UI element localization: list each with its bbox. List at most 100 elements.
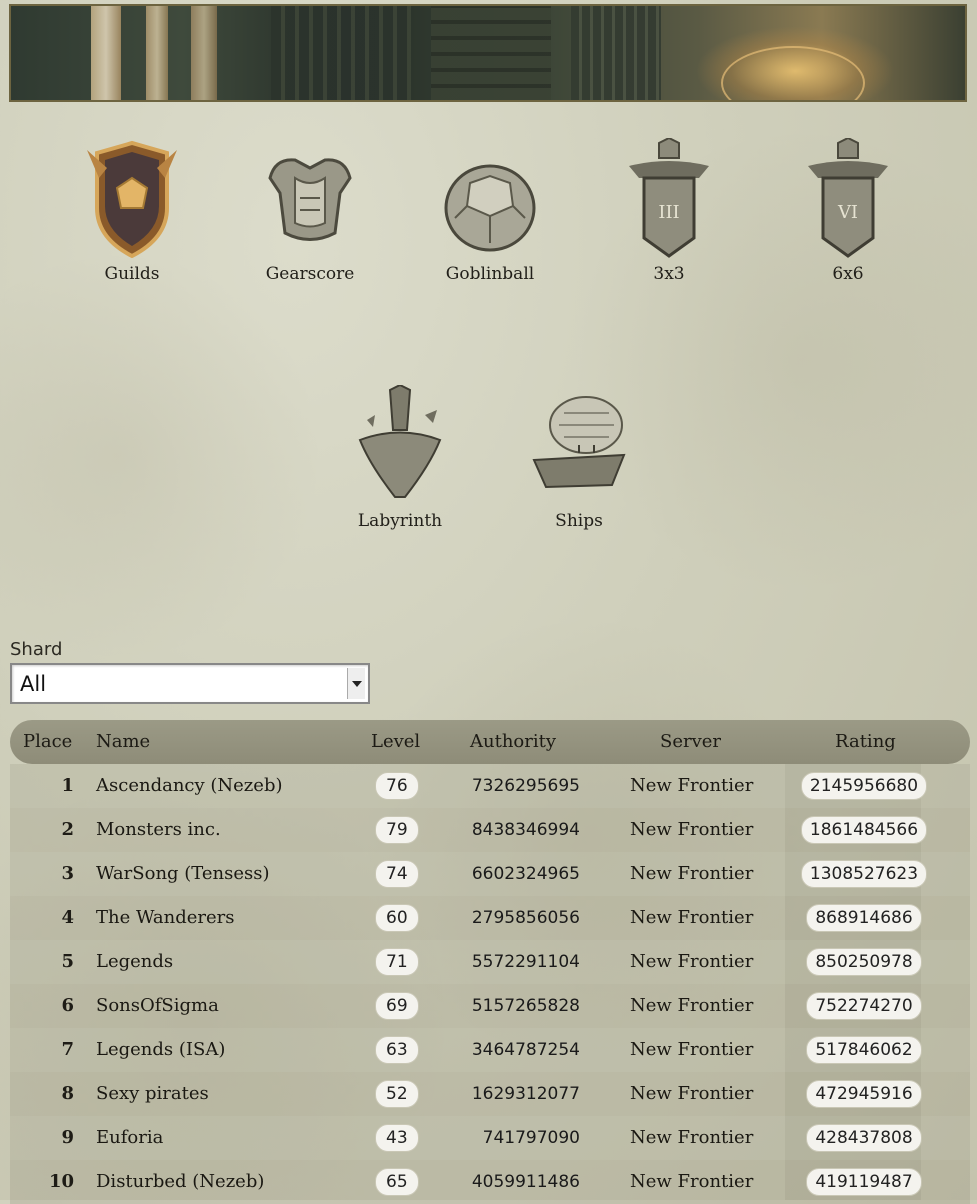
table-row[interactable]: 5 Legends 71 5572291104 New Frontier 85025097… [10, 940, 970, 984]
row-level: 63 [375, 1028, 419, 1072]
row-place: 5 [61, 951, 74, 972]
level-badge: 60 [375, 904, 419, 932]
level-badge: 52 [375, 1080, 419, 1108]
table-row[interactable]: 6 SonsOfSigma 69 5157265828 New Frontier 7522… [10, 984, 970, 1028]
category-label: Ships [555, 511, 603, 531]
table-row[interactable]: 4 The Wanderers 60 2795856056 New Frontier 86… [10, 896, 970, 940]
rating-badge: 1308527623 [800, 860, 928, 888]
ranking-table: Place Name Level Authority Server Rating… [10, 720, 970, 1204]
category-label: Goblinball [445, 264, 535, 284]
row-rating: 419119487 [800, 1160, 928, 1204]
row-server: New Frontier [630, 951, 754, 972]
row-level: 52 [375, 1072, 419, 1116]
level-badge: 43 [375, 1124, 419, 1152]
header-rating[interactable]: Rating [835, 720, 896, 764]
category-gearscore[interactable]: Gearscore [240, 138, 380, 284]
row-guild-name[interactable]: WarSong (Tensess) [96, 852, 270, 896]
row-place: 8 [61, 1083, 74, 1104]
row-authority: 4059911486 [471, 1172, 580, 1192]
row-place: 1 [61, 775, 74, 796]
row-rating: 517846062 [800, 1028, 928, 1072]
header-place[interactable]: Place [23, 720, 72, 764]
row-server: New Frontier [630, 775, 754, 796]
table-body: 1 Ascendancy (Nezeb) 76 7326295695 New Front… [10, 764, 970, 1204]
banner-3x3-icon: III [629, 138, 709, 258]
category-label: 6x6 [832, 264, 864, 284]
header-authority[interactable]: Authority [470, 720, 556, 764]
header-name[interactable]: Name [96, 720, 150, 764]
table-row[interactable]: 8 Sexy pirates 52 1629312077 New Frontier 472… [10, 1072, 970, 1116]
shard-selected-value: All [20, 672, 47, 696]
row-guild-name[interactable]: Legends (ISA) [96, 1028, 225, 1072]
row-level: 71 [375, 940, 419, 984]
row-level: 76 [375, 764, 419, 808]
category-guilds[interactable]: Guilds [62, 138, 202, 284]
table-header: Place Name Level Authority Server Rating [10, 720, 970, 764]
row-place: 3 [61, 863, 74, 884]
category-6x6[interactable]: VI 6x6 [778, 138, 918, 284]
row-rating: 752274270 [800, 984, 928, 1028]
row-rating: 1308527623 [800, 852, 928, 896]
level-badge: 69 [375, 992, 419, 1020]
rating-badge: 2145956680 [800, 772, 928, 800]
level-badge: 71 [375, 948, 419, 976]
row-authority: 741797090 [482, 1128, 580, 1148]
row-guild-name[interactable]: Euforia [96, 1116, 163, 1160]
shard-select[interactable]: All [10, 663, 370, 704]
svg-text:VI: VI [837, 202, 858, 223]
row-server: New Frontier [630, 1039, 754, 1060]
table-row[interactable]: 10 Disturbed (Nezeb) 65 4059911486 New Front… [10, 1160, 970, 1204]
row-guild-name[interactable]: SonsOfSigma [96, 984, 219, 1028]
category-label: Gearscore [265, 264, 355, 284]
row-authority: 5572291104 [471, 952, 580, 972]
table-row[interactable]: 2 Monsters inc. 79 8438346994 New Frontier 18… [10, 808, 970, 852]
rating-badge: 752274270 [806, 992, 922, 1020]
row-server: New Frontier [630, 863, 754, 884]
row-guild-name[interactable]: Disturbed (Nezeb) [96, 1160, 264, 1204]
category-ships[interactable]: Ships [509, 385, 649, 531]
row-guild-name[interactable]: Legends [96, 940, 173, 984]
row-rating: 472945916 [800, 1072, 928, 1116]
table-row[interactable]: 3 WarSong (Tensess) 74 6602324965 New Fronti… [10, 852, 970, 896]
row-authority: 7326295695 [471, 776, 580, 796]
banner-6x6-icon: VI [808, 138, 888, 258]
level-badge: 76 [375, 772, 419, 800]
category-label: 3x3 [653, 264, 685, 284]
goblinball-icon [444, 164, 536, 252]
row-place: 7 [61, 1039, 74, 1060]
guild-shield-icon [87, 140, 177, 258]
category-3x3[interactable]: III 3x3 [599, 138, 739, 284]
row-place: 4 [61, 907, 74, 928]
row-level: 43 [375, 1116, 419, 1160]
row-rating: 428437808 [800, 1116, 928, 1160]
chevron-down-icon[interactable] [347, 668, 365, 699]
row-level: 79 [375, 808, 419, 852]
header-server[interactable]: Server [660, 720, 721, 764]
rating-badge: 850250978 [806, 948, 922, 976]
row-guild-name[interactable]: Monsters inc. [96, 808, 221, 852]
row-server: New Frontier [630, 1083, 754, 1104]
level-badge: 74 [375, 860, 419, 888]
row-guild-name[interactable]: The Wanderers [96, 896, 235, 940]
row-server: New Frontier [630, 907, 754, 928]
table-row[interactable]: 9 Euforia 43 741797090 New Frontier 428437808 [10, 1116, 970, 1160]
level-badge: 63 [375, 1036, 419, 1064]
row-guild-name[interactable]: Ascendancy (Nezeb) [96, 764, 283, 808]
svg-text:III: III [658, 202, 679, 223]
category-labyrinth[interactable]: Labyrinth [330, 385, 470, 531]
rating-badge: 1861484566 [800, 816, 928, 844]
header-banner [9, 4, 967, 102]
header-level[interactable]: Level [371, 720, 420, 764]
rating-badge: 472945916 [806, 1080, 922, 1108]
row-authority: 2795856056 [471, 908, 580, 928]
table-row[interactable]: 1 Ascendancy (Nezeb) 76 7326295695 New Front… [10, 764, 970, 808]
rating-badge: 419119487 [806, 1168, 922, 1196]
row-guild-name[interactable]: Sexy pirates [96, 1072, 209, 1116]
labyrinth-island-icon [358, 385, 442, 498]
table-row[interactable]: 7 Legends (ISA) 63 3464787254 New Frontier 51… [10, 1028, 970, 1072]
row-level: 60 [375, 896, 419, 940]
row-place: 10 [48, 1171, 74, 1192]
category-goblinball[interactable]: Goblinball [420, 138, 560, 284]
row-authority: 1629312077 [471, 1084, 580, 1104]
row-level: 74 [375, 852, 419, 896]
